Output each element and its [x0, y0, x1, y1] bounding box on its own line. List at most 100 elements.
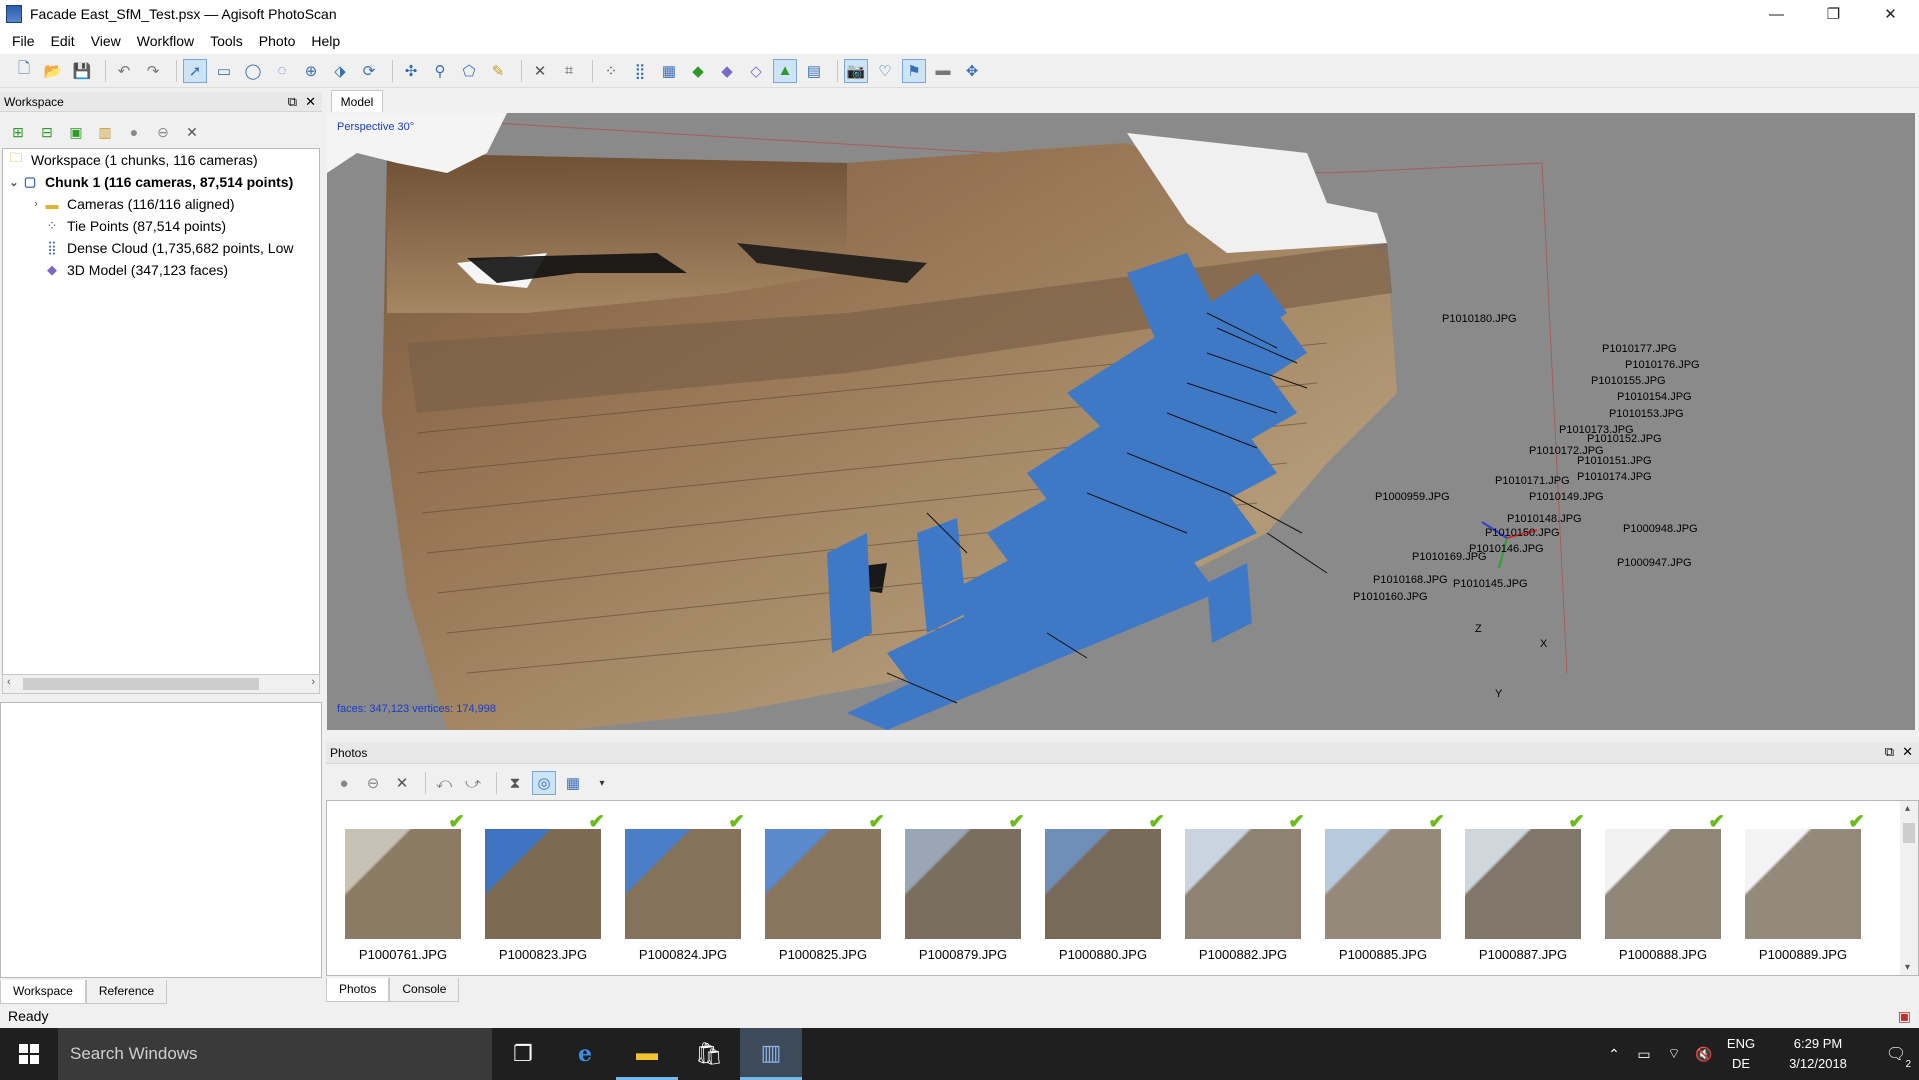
- show-cameras-icon[interactable]: 📷: [844, 58, 868, 83]
- free-form-select-icon[interactable]: ◌: [270, 59, 294, 83]
- resize-region-icon[interactable]: ⬗: [328, 59, 352, 83]
- photo-thumbnail[interactable]: ✔ P1000879.JPG: [893, 809, 1033, 962]
- battery-icon[interactable]: ▭: [1629, 1046, 1659, 1063]
- show-dense-cloud-icon[interactable]: ⣿: [628, 59, 652, 83]
- rotate-left-icon[interactable]: ⤺: [432, 771, 456, 795]
- close-button[interactable]: ✕: [1862, 0, 1919, 28]
- scroll-up-icon[interactable]: ▴: [1905, 803, 1910, 814]
- menu-workflow[interactable]: Workflow: [129, 33, 202, 49]
- show-hidden-icons-chevron-icon[interactable]: ⌃: [1599, 1046, 1629, 1063]
- collapse-chevron-icon[interactable]: ›: [29, 198, 43, 210]
- photo-thumbnail[interactable]: ✔ P1000882.JPG: [1173, 809, 1313, 962]
- tab-console[interactable]: Console: [389, 978, 460, 1002]
- photo-thumbnail[interactable]: ✔ P1000825.JPG: [753, 809, 893, 962]
- circle-select-icon[interactable]: ◯: [241, 59, 265, 83]
- show-shapes-icon[interactable]: ♡: [873, 59, 897, 83]
- menu-file[interactable]: File: [4, 33, 43, 49]
- remove-camera-icon[interactable]: ✕: [390, 771, 414, 795]
- action-center-button[interactable]: 🗨 2: [1873, 1028, 1919, 1080]
- solid-model-icon[interactable]: ◆: [715, 59, 739, 83]
- scroll-down-icon[interactable]: ▾: [1905, 962, 1910, 973]
- photo-thumbnail[interactable]: ✔ P1000761.JPG: [333, 809, 473, 962]
- task-view-icon[interactable]: ❐: [492, 1028, 554, 1080]
- ruler-icon[interactable]: ⚲: [428, 59, 452, 83]
- wifi-icon[interactable]: ⌔: [1659, 1045, 1689, 1063]
- photo-thumbnail[interactable]: ✔ P1000889.JPG: [1733, 809, 1873, 962]
- photos-vertical-scrollbar[interactable]: ▴ ▾: [1900, 801, 1918, 975]
- photo-thumbnail[interactable]: ✔ P1000824.JPG: [613, 809, 753, 962]
- marker-icon[interactable]: ✣: [399, 59, 423, 83]
- close-panel-icon[interactable]: ✕: [1902, 744, 1913, 760]
- remove-items-icon[interactable]: ✕: [180, 120, 204, 144]
- filter-icon[interactable]: ⧗: [503, 771, 527, 795]
- pencil-icon[interactable]: ✎: [486, 59, 510, 83]
- show-region-icon[interactable]: ▬: [931, 59, 955, 83]
- photo-thumbnail[interactable]: ✔ P1000887.JPG: [1453, 809, 1593, 962]
- disable-icon[interactable]: ⊖: [151, 120, 175, 144]
- chevron-down-icon[interactable]: ▾: [590, 771, 614, 795]
- delete-selection-icon[interactable]: ✕: [528, 59, 552, 83]
- open-folder-icon[interactable]: 📂: [41, 59, 65, 83]
- add-marker-icon[interactable]: ▥: [93, 120, 117, 144]
- rotate-region-icon[interactable]: ⟳: [357, 59, 381, 83]
- view-mode-icon[interactable]: ▦: [561, 771, 585, 795]
- file-explorer-icon[interactable]: ▬: [616, 1028, 678, 1080]
- crop-selection-icon[interactable]: ⌗: [557, 59, 581, 83]
- scroll-thumb[interactable]: [1903, 823, 1915, 843]
- move-region-icon[interactable]: ⊕: [299, 59, 323, 83]
- redo-icon[interactable]: ↷: [141, 59, 165, 83]
- tree-item-3d-model[interactable]: ◆ 3D Model (347,123 faces): [3, 259, 319, 281]
- reset-filter-icon[interactable]: ◎: [532, 771, 556, 795]
- scroll-thumb[interactable]: [23, 678, 259, 690]
- add-folder-icon[interactable]: ▣: [64, 120, 88, 144]
- photo-thumbnail[interactable]: ✔ P1000880.JPG: [1033, 809, 1173, 962]
- tab-reference[interactable]: Reference: [85, 980, 168, 1004]
- start-button[interactable]: [0, 1028, 58, 1080]
- menu-help[interactable]: Help: [303, 33, 348, 49]
- photo-thumbnail[interactable]: ✔ P1000888.JPG: [1593, 809, 1733, 962]
- shaded-model-icon[interactable]: ◆: [686, 59, 710, 83]
- maximize-button[interactable]: ❐: [1805, 0, 1862, 28]
- tree-item-workspace[interactable]: 🗀 Workspace (1 chunks, 116 cameras): [3, 149, 319, 171]
- save-icon[interactable]: 💾: [70, 59, 94, 83]
- menu-edit[interactable]: Edit: [43, 33, 83, 49]
- enable-camera-icon[interactable]: ●: [332, 771, 356, 795]
- scroll-left-icon[interactable]: ‹: [7, 676, 11, 688]
- tree-item-chunk[interactable]: ⌄ ▢ Chunk 1 (116 cameras, 87,514 points): [3, 171, 319, 193]
- enable-icon[interactable]: ●: [122, 120, 146, 144]
- float-panel-icon[interactable]: ⧉: [1885, 744, 1894, 760]
- undo-icon[interactable]: ↶: [112, 59, 136, 83]
- show-points-icon[interactable]: ⁘: [599, 59, 623, 83]
- network-status-icon[interactable]: ▣: [1898, 1008, 1911, 1025]
- taskbar-search-box[interactable]: Search Windows: [58, 1028, 492, 1080]
- wireframe-model-icon[interactable]: ◇: [744, 59, 768, 83]
- new-file-icon[interactable]: 🗋: [12, 59, 36, 83]
- menu-photo[interactable]: Photo: [251, 33, 304, 49]
- photo-thumbnail[interactable]: ✔ P1000823.JPG: [473, 809, 613, 962]
- navigation-cursor-icon[interactable]: ➚: [183, 58, 207, 83]
- add-chunk-icon[interactable]: ⊞: [6, 120, 30, 144]
- tree-item-cameras[interactable]: › ▬ Cameras (116/116 aligned): [3, 193, 319, 215]
- photoscan-taskbar-icon[interactable]: ▥: [740, 1028, 802, 1080]
- scroll-right-icon[interactable]: ›: [311, 676, 315, 688]
- polygon-icon[interactable]: ⬠: [457, 59, 481, 83]
- rectangle-select-icon[interactable]: ▭: [212, 59, 236, 83]
- tab-workspace[interactable]: Workspace: [0, 980, 86, 1004]
- rotate-right-icon[interactable]: ⤻: [461, 771, 485, 795]
- clock[interactable]: 6:29 PM 3/12/2018: [1763, 1034, 1873, 1074]
- add-photos-icon[interactable]: ⊟: [35, 120, 59, 144]
- photo-thumbnail[interactable]: ✔ P1000885.JPG: [1313, 809, 1453, 962]
- volume-muted-icon[interactable]: 🔇: [1689, 1046, 1719, 1063]
- store-icon[interactable]: 🛍: [678, 1028, 740, 1080]
- tab-photos[interactable]: Photos: [326, 978, 390, 1002]
- reset-view-icon[interactable]: ✥: [960, 59, 984, 83]
- dense-cloud-classes-icon[interactable]: ▦: [657, 59, 681, 83]
- close-panel-icon[interactable]: ✕: [305, 94, 316, 110]
- minimize-button[interactable]: —: [1748, 0, 1805, 28]
- tree-item-dense-cloud[interactable]: ⣿ Dense Cloud (1,735,682 points, Low: [3, 237, 319, 259]
- workspace-horizontal-scrollbar[interactable]: ‹ ›: [2, 674, 320, 694]
- model-viewport[interactable]: Perspective 30° faces: 347,123 vertices:…: [327, 113, 1915, 730]
- expand-chevron-icon[interactable]: ⌄: [7, 176, 21, 189]
- disable-camera-icon[interactable]: ⊖: [361, 771, 385, 795]
- menu-view[interactable]: View: [83, 33, 129, 49]
